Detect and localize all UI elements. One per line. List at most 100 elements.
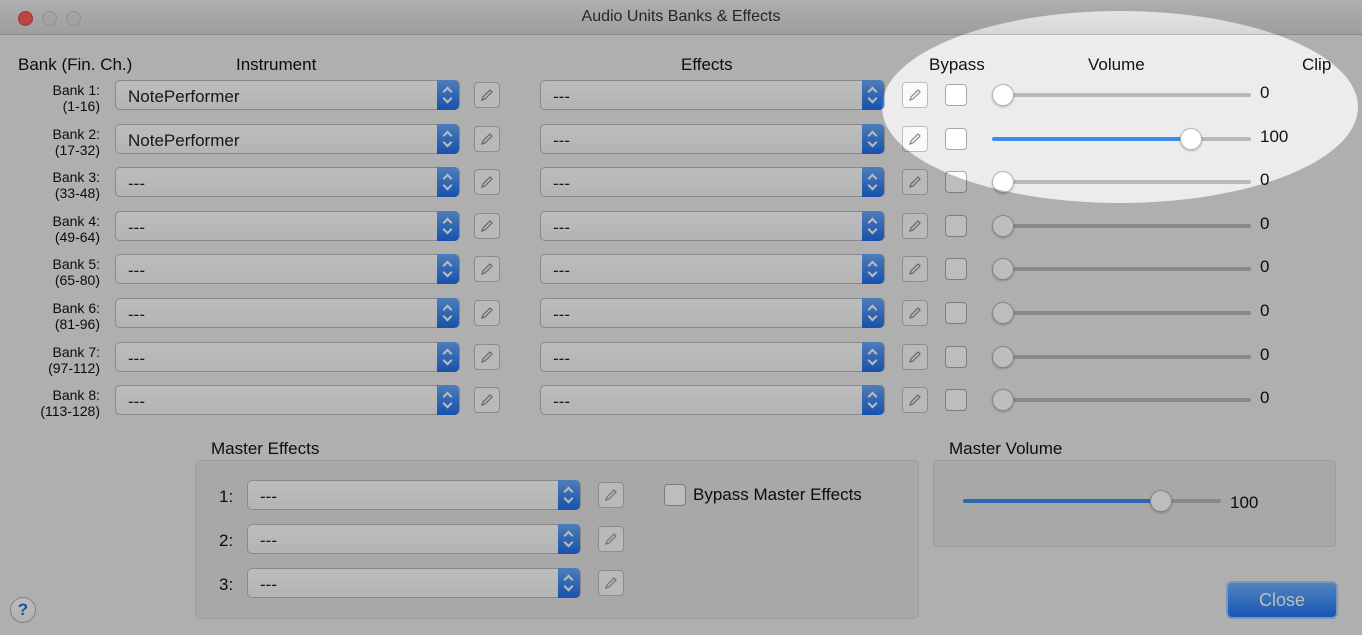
effect-popup[interactable]: --- [540,80,885,110]
pencil-icon [605,489,617,501]
pencil-icon [909,350,921,363]
instrument-edit-button[interactable] [474,300,500,326]
popup-value: --- [553,217,570,237]
bank-channels: (65-80) [54,272,100,289]
slider-track [992,354,1251,359]
bank-name: Bank 3: [52,169,100,186]
pencil-icon [605,533,617,545]
effect-edit-button[interactable] [902,82,928,108]
bank-channels: (33-48) [54,185,100,202]
window-title: Audio Units Banks & Effects [581,8,781,25]
popup-value: --- [553,392,570,412]
effect-edit-button[interactable] [902,387,928,414]
help-button[interactable]: ? [10,597,36,623]
bank-channels: (49-64) [54,228,100,245]
popup-stepper-icon [437,341,459,372]
volume-slider[interactable] [992,258,1251,281]
pencil-icon [909,132,921,145]
effect-edit-button[interactable] [902,169,928,196]
instrument-edit-button[interactable] [474,125,500,152]
effect-popup[interactable]: --- [540,385,885,416]
popup-value: NotePerformer [128,130,240,150]
master-effect-1-popup[interactable]: --- [247,480,581,510]
header-instrument: Instrument [236,55,317,74]
popup-stepper-icon [862,341,884,372]
master-effect-3-popup[interactable]: --- [247,568,581,598]
pencil-icon [481,176,493,189]
bypass-checkbox[interactable] [945,84,967,106]
bypass-checkbox[interactable] [945,171,967,194]
slider-track [992,311,1251,315]
effect-popup[interactable]: --- [540,210,885,241]
volume-slider[interactable] [992,214,1251,237]
slider-knob[interactable] [992,171,1014,194]
popup-stepper-icon [862,123,884,154]
instrument-edit-button[interactable] [474,212,500,239]
effect-edit-button[interactable] [902,125,928,152]
bypass-checkbox[interactable] [945,214,967,237]
instrument-edit-button[interactable] [474,343,500,370]
instrument-popup[interactable]: NotePerformer [115,123,460,154]
popup-stepper-icon [437,210,459,241]
bypass-checkbox[interactable] [945,302,967,324]
effect-popup[interactable]: --- [540,167,885,198]
instrument-popup[interactable]: --- [115,167,460,198]
pencil-icon [481,350,493,363]
instrument-popup[interactable]: --- [115,298,460,328]
effect-popup[interactable]: --- [540,298,885,328]
volume-slider[interactable] [992,302,1251,324]
popup-value: --- [553,305,570,324]
bypass-checkbox[interactable] [945,345,967,368]
effect-edit-button[interactable] [902,300,928,326]
slider-knob[interactable] [992,258,1014,281]
instrument-edit-button[interactable] [474,169,500,196]
instrument-popup[interactable]: --- [115,341,460,372]
master-effect-2-popup[interactable]: --- [247,524,581,554]
pencil-icon [481,132,493,145]
slider-knob[interactable] [992,389,1014,412]
effect-edit-button[interactable] [902,256,928,283]
pencil-icon [909,89,921,101]
header-effects: Effects [681,55,733,74]
master-effect-3-edit-button[interactable] [598,570,624,596]
pencil-icon [909,176,921,189]
volume-slider[interactable] [992,127,1251,150]
effect-popup[interactable]: --- [540,254,885,285]
instrument-popup[interactable]: NotePerformer [115,80,460,110]
master-volume-slider[interactable] [963,490,1221,512]
effect-popup[interactable]: --- [540,123,885,154]
popup-value: NotePerformer [128,87,240,106]
title-bar[interactable]: Audio Units Banks & Effects [0,0,1362,35]
instrument-edit-button[interactable] [474,256,500,283]
close-button[interactable]: Close [1226,581,1338,619]
slider-knob[interactable] [992,214,1014,237]
effect-edit-button[interactable] [902,343,928,370]
effect-edit-button[interactable] [902,212,928,239]
instrument-popup[interactable]: --- [115,385,460,416]
instrument-edit-button[interactable] [474,387,500,414]
slider-knob[interactable] [1150,490,1172,512]
header-clip: Clip [1302,55,1332,74]
slider-knob[interactable] [992,302,1014,324]
slider-knob[interactable] [992,345,1014,368]
slider-knob[interactable] [1180,127,1202,150]
bypass-checkbox[interactable] [945,127,967,150]
bank-name: Bank 6: [52,300,100,316]
effect-popup[interactable]: --- [540,341,885,372]
bank-name: Bank 4: [52,212,100,229]
volume-value: 0 [1260,213,1270,233]
bank-channels: (17-32) [54,141,100,158]
master-effect-2-edit-button[interactable] [598,526,624,552]
master-effect-1-edit-button[interactable] [598,482,624,508]
bypass-checkbox[interactable] [945,258,967,281]
instrument-popup[interactable]: --- [115,210,460,241]
instrument-popup[interactable]: --- [115,254,460,285]
bypass-master-effects-checkbox[interactable] [664,484,686,506]
bypass-checkbox[interactable] [945,389,967,412]
volume-slider[interactable] [992,171,1251,194]
volume-slider[interactable] [992,389,1251,412]
volume-slider[interactable] [992,345,1251,368]
volume-slider[interactable] [992,84,1251,106]
instrument-edit-button[interactable] [474,82,500,108]
slider-knob[interactable] [992,84,1014,106]
